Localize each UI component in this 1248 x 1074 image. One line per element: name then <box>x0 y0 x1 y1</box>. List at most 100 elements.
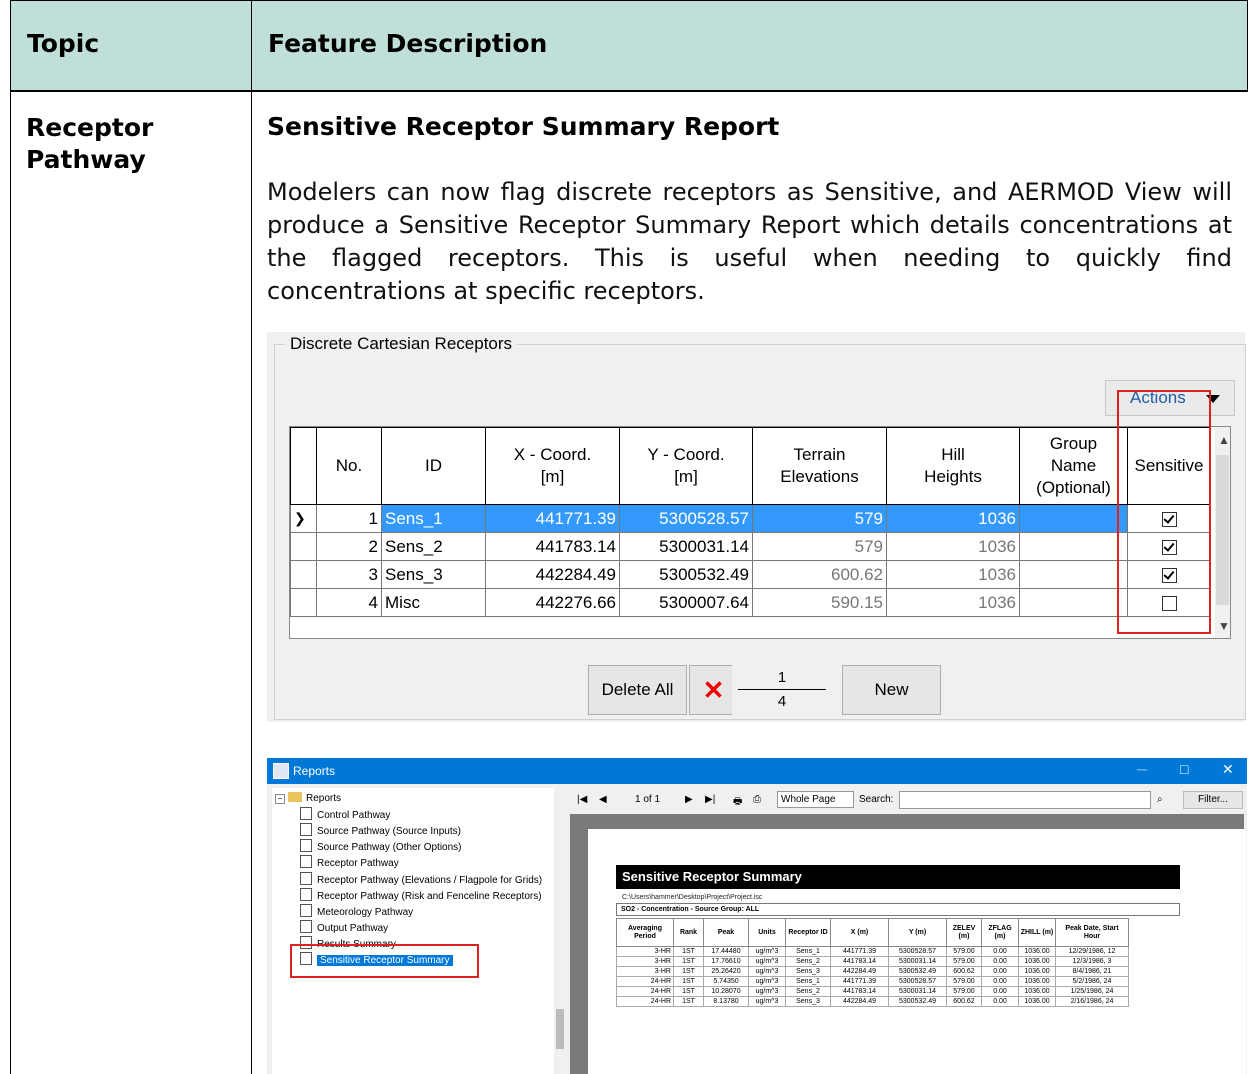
cell-group[interactable] <box>1019 588 1128 617</box>
pager-divider <box>738 689 826 690</box>
zoom-select[interactable]: Whole Page <box>777 791 855 808</box>
report-cell: 579.00 <box>946 946 982 957</box>
tree-item[interactable]: Receptor Pathway <box>300 855 399 870</box>
cell-y[interactable]: 5300528.57 <box>619 504 753 533</box>
tree-item[interactable]: Source Pathway (Source Inputs) <box>300 823 461 838</box>
tree-item[interactable]: Source Pathway (Other Options) <box>300 839 462 854</box>
print-icon[interactable]: 🖶 <box>733 794 742 811</box>
cell-terrain[interactable]: 579 <box>752 532 887 561</box>
col-terrain[interactable]: Terrain Elevations <box>752 427 887 505</box>
report-cell: 1036.00 <box>1018 966 1056 977</box>
maximize-icon[interactable]: □ <box>1180 761 1188 777</box>
report-cell: 579.00 <box>946 976 982 987</box>
cell-x[interactable]: 442276.66 <box>485 588 620 617</box>
report-cell: 441783.14 <box>830 956 889 967</box>
report-toolbar: |◀ ◀ 1 of 1 ▶ ▶| 🖶 ⎙ Whole Page Search: … <box>567 788 1247 812</box>
cell-terrain[interactable]: 600.62 <box>752 560 887 589</box>
cell-hill[interactable]: 1036 <box>886 560 1020 589</box>
report-cell: 5300532.49 <box>888 996 947 1007</box>
cell-group[interactable] <box>1019 532 1128 561</box>
report-cell: Sens_3 <box>785 966 831 977</box>
delete-icon[interactable]: ✕ <box>689 665 738 715</box>
tree-item[interactable]: Control Pathway <box>300 807 390 822</box>
cell-y[interactable]: 5300031.14 <box>619 532 753 561</box>
pager-current: 1 <box>777 669 787 686</box>
table-row[interactable]: ❯ 1 Sens_1 441771.39 5300528.57 579 1036 <box>290 504 1211 533</box>
cell-id[interactable]: Misc <box>381 588 486 617</box>
report-cell: 5300031.14 <box>888 986 947 997</box>
cell-no[interactable]: 4 <box>316 588 382 617</box>
cell-hill[interactable]: 1036 <box>886 504 1020 533</box>
col-id[interactable]: ID <box>381 427 486 505</box>
cell-id[interactable]: Sens_2 <box>381 532 486 561</box>
tree-item[interactable]: Receptor Pathway (Risk and Fenceline Rec… <box>300 888 542 903</box>
report-cell: 441783.14 <box>830 986 889 997</box>
col-hill[interactable]: Hill Heights <box>886 427 1020 505</box>
export-icon[interactable]: ⎙ <box>753 794 761 805</box>
scroll-down-icon[interactable]: ▼ <box>1218 619 1230 633</box>
table-row[interactable]: 4 Misc 442276.66 5300007.64 590.15 1036 <box>290 588 1211 617</box>
app-icon <box>273 763 289 779</box>
scroll-up-icon[interactable]: ▲ <box>1218 433 1230 447</box>
cell-x[interactable]: 442284.49 <box>485 560 620 589</box>
report-table: Averaging Period Rank Peak Units Recepto… <box>616 918 1129 1007</box>
tree-item[interactable]: Meteorology Pathway <box>300 904 413 919</box>
cell-group[interactable] <box>1019 504 1128 533</box>
report-cell: 24-HR <box>616 976 674 987</box>
cell-id[interactable]: Sens_1 <box>381 504 486 533</box>
cell-group[interactable] <box>1019 560 1128 589</box>
row-pointer-icon: ❯ <box>290 504 317 533</box>
cell-hill[interactable]: 1036 <box>886 532 1020 561</box>
table-row[interactable]: 2 Sens_2 441783.14 5300031.14 579 1036 <box>290 532 1211 561</box>
search-input[interactable] <box>899 791 1151 809</box>
cell-terrain[interactable]: 590.15 <box>752 588 887 617</box>
feature-table: Topic Feature Description Receptor Pathw… <box>10 0 1248 1074</box>
delete-all-button[interactable]: Delete All <box>588 665 687 715</box>
selected-item-highlight <box>290 944 479 978</box>
cell-terrain[interactable]: 579 <box>752 504 887 533</box>
cell-no[interactable]: 2 <box>316 532 382 561</box>
cell-y[interactable]: 5300007.64 <box>619 588 753 617</box>
cell-id[interactable]: Sens_3 <box>381 560 486 589</box>
filter-button[interactable]: Filter... <box>1183 791 1243 809</box>
document-icon <box>300 888 312 901</box>
cell-no[interactable]: 3 <box>316 560 382 589</box>
row-topic: Receptor Pathway <box>26 113 154 174</box>
binoculars-icon[interactable]: ⌕ <box>1157 794 1163 805</box>
splitter-grip[interactable] <box>556 1009 564 1049</box>
table-row[interactable]: 3 Sens_3 442284.49 5300532.49 600.62 103… <box>290 560 1211 589</box>
tree-item[interactable]: Output Pathway <box>300 920 388 935</box>
cell-x[interactable]: 441771.39 <box>485 504 620 533</box>
collapse-icon[interactable]: − <box>275 794 285 804</box>
scroll-thumb[interactable] <box>1216 455 1229 605</box>
reports-tree[interactable]: − Reports Control Pathway Source Pathway… <box>272 788 554 1074</box>
cell-no[interactable]: 1 <box>316 504 382 533</box>
report-viewer[interactable]: Sensitive Receptor Summary C:\Users\hamm… <box>556 814 1246 1074</box>
report-cell: 5300532.49 <box>888 966 947 977</box>
new-button[interactable]: New <box>842 665 941 715</box>
report-cell: 1036.00 <box>1018 956 1056 967</box>
report-cell: 0.00 <box>981 956 1019 967</box>
col-x[interactable]: X - Coord. [m] <box>485 427 620 505</box>
prev-page-icon[interactable]: ◀ <box>599 794 607 805</box>
cell-hill[interactable]: 1036 <box>886 588 1020 617</box>
col-y[interactable]: Y - Coord. [m] <box>619 427 753 505</box>
last-page-icon[interactable]: ▶| <box>705 794 715 805</box>
window-title: Reports <box>293 764 336 778</box>
first-page-icon[interactable]: |◀ <box>577 794 587 805</box>
col-group[interactable]: Group Name (Optional) <box>1019 427 1128 505</box>
report-cell: ug/m^3 <box>748 966 786 977</box>
close-icon[interactable]: ✕ <box>1222 761 1234 778</box>
window-titlebar[interactable]: Reports ─ □ ✕ <box>267 758 1247 784</box>
tree-root[interactable]: Reports <box>288 791 341 806</box>
grid-scrollbar[interactable]: ▲ ▼ <box>1215 427 1230 638</box>
col-no[interactable]: No. <box>316 427 382 505</box>
cell-y[interactable]: 5300532.49 <box>619 560 753 589</box>
next-page-icon[interactable]: ▶ <box>685 794 693 805</box>
tree-item[interactable]: Receptor Pathway (Elevations / Flagpole … <box>300 872 542 887</box>
minimize-icon[interactable]: ─ <box>1137 761 1147 777</box>
receptors-grid[interactable]: No. ID X - Coord. [m] Y - Coord. [m] Terra… <box>289 426 1231 639</box>
folder-icon <box>288 792 302 802</box>
reports-window: Reports ─ □ ✕ − Reports Control Pathway … <box>267 758 1247 1074</box>
cell-x[interactable]: 441783.14 <box>485 532 620 561</box>
